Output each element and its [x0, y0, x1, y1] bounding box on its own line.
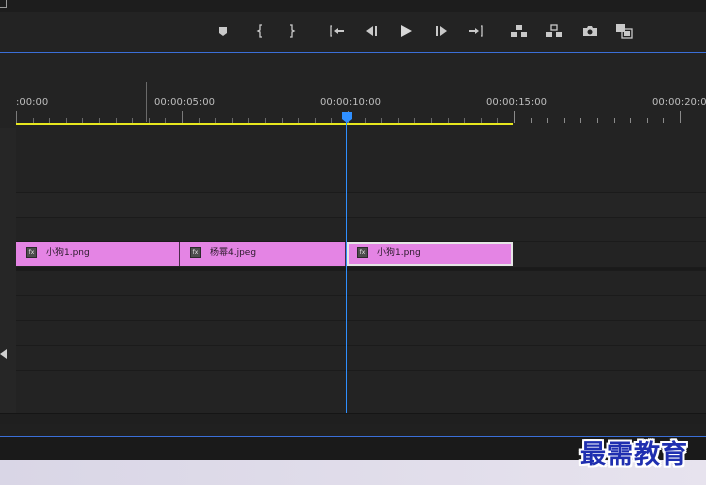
clip-selected[interactable]: fx 小狗1.png [347, 242, 513, 266]
transport-controls-bar [0, 12, 706, 53]
mark-in-icon[interactable] [249, 20, 271, 42]
step-forward-icon[interactable] [431, 20, 453, 42]
go-to-out-icon[interactable] [465, 20, 487, 42]
ruler-tick [16, 111, 17, 123]
track-row [16, 271, 706, 296]
clip-name: 杨幂4.jpeg [210, 248, 257, 258]
track-row [16, 371, 706, 414]
ruler-divider [146, 82, 147, 122]
ruler-tick [530, 118, 532, 123]
ruler-tick [597, 118, 598, 123]
panel-corner-icon [0, 0, 7, 8]
export-frame-icon[interactable] [579, 20, 601, 42]
ruler-tick [580, 118, 582, 123]
track-row [16, 346, 706, 371]
ruler-timecode: 00:00:10:00 [320, 97, 382, 108]
clip-name: 小狗1.png [377, 248, 421, 258]
track-row [16, 218, 706, 242]
play-icon[interactable] [395, 20, 417, 42]
fx-badge-icon: fx [357, 247, 368, 258]
ruler-tick [182, 111, 183, 123]
ruler-tick [646, 118, 648, 123]
compare-view-icon[interactable] [613, 20, 635, 42]
ruler-tick [630, 118, 632, 123]
clip-name: 小狗1.png [46, 248, 90, 258]
track-headers [0, 128, 17, 413]
ruler-timecode: 00:00:15:00 [486, 97, 548, 108]
clip[interactable]: fx 杨幂4.jpeg [180, 242, 346, 266]
ruler-tick [563, 118, 565, 123]
fx-badge-icon: fx [190, 247, 201, 258]
ruler-tick [514, 111, 515, 123]
go-to-in-icon[interactable] [326, 20, 348, 42]
extract-icon[interactable] [543, 20, 565, 42]
track-row [16, 296, 706, 321]
time-ruler[interactable]: :00:00 00:00:05:00 00:00:10:00 00:00:15:… [16, 82, 706, 128]
track-row [16, 321, 706, 346]
marker-icon[interactable] [212, 20, 234, 42]
ruler-tick [613, 118, 615, 123]
track-target-arrow-icon[interactable] [0, 349, 8, 359]
playhead-line[interactable] [346, 122, 347, 414]
work-area-bar[interactable] [16, 123, 513, 125]
ruler-timecode: :00:00 [16, 97, 49, 108]
watermark-logo: 最需教育 [580, 440, 689, 470]
track-row [16, 128, 706, 193]
track-row [16, 193, 706, 218]
lift-icon[interactable] [508, 20, 530, 42]
playhead-handle-icon[interactable] [342, 112, 352, 123]
ruler-timecode: 00:00:20:00 [652, 97, 706, 108]
ruler-tick [547, 118, 549, 123]
ruler-tick [663, 118, 665, 123]
step-back-icon[interactable] [360, 20, 382, 42]
fx-badge-icon: fx [26, 247, 37, 258]
clip[interactable]: fx 小狗1.png [16, 242, 180, 266]
mark-out-icon[interactable] [281, 20, 303, 42]
ruler-timecode: 00:00:05:00 [154, 97, 216, 108]
ruler-tick [680, 111, 681, 123]
